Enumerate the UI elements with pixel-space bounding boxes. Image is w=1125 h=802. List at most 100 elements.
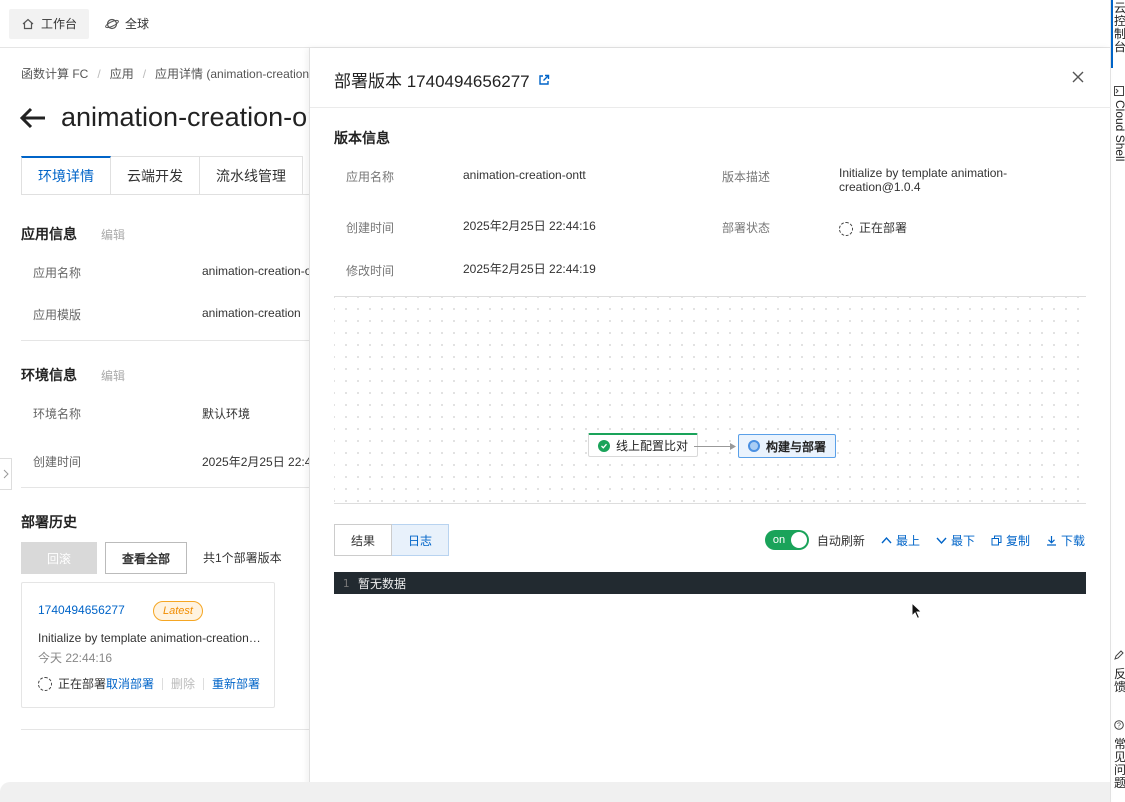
- deploy-status: 正在部署: [58, 677, 107, 691]
- created-time-label: 创建时间: [346, 221, 395, 235]
- log-viewer[interactable]: 1 暂无数据: [334, 572, 1086, 594]
- divider: [334, 503, 1086, 504]
- divider: [21, 487, 309, 488]
- tab-env-detail[interactable]: 环境详情: [21, 156, 111, 195]
- log-empty-text: 暂无数据: [358, 576, 407, 591]
- version-time: 今天 22:44:16: [38, 651, 113, 665]
- loading-spinner-icon: [38, 676, 52, 691]
- scroll-top-button[interactable]: 最上: [881, 532, 920, 549]
- latest-badge: Latest: [153, 601, 203, 621]
- download-icon: [1046, 535, 1056, 546]
- deploy-status-value: 正在部署: [839, 219, 907, 236]
- rail-console-link[interactable]: 云控制台: [1114, 2, 1125, 54]
- tab-pipeline[interactable]: 流水线管理: [200, 156, 303, 195]
- delete-link: 删除: [171, 677, 196, 691]
- view-all-button[interactable]: 查看全部: [105, 542, 187, 574]
- version-desc-value: Initialize by template animation-creatio…: [839, 166, 1008, 194]
- deploy-version-card: 1740494656277 Latest Initialize by templ…: [21, 582, 275, 708]
- modified-time-label: 修改时间: [346, 264, 395, 278]
- right-rail: 云控制台 Cloud Shell 反馈 ? 常见问题: [1110, 0, 1125, 802]
- breadcrumb-app-detail: 应用详情 (animation-creation-ontt): [155, 67, 309, 81]
- output-tabs: 结果 日志: [334, 524, 450, 556]
- page-title: animation-creation-ontt: [61, 102, 309, 132]
- workbench-button[interactable]: 工作台: [9, 8, 90, 39]
- app-template-value: animation-creation: [202, 306, 301, 320]
- back-arrow-icon[interactable]: [19, 107, 47, 129]
- version-actions: 正在部署 取消部署 删除 重新部署: [38, 675, 260, 692]
- home-icon: [22, 18, 34, 29]
- auto-refresh-toggle[interactable]: on: [764, 530, 809, 550]
- close-icon[interactable]: [1071, 70, 1085, 84]
- top-bar: 工作台 全球: [0, 0, 1110, 48]
- rail-feedback-link[interactable]: 反馈: [1114, 668, 1125, 694]
- cancel-deploy-link[interactable]: 取消部署: [106, 675, 154, 692]
- region-label: 全球: [125, 17, 150, 31]
- page-tabs: 环境详情 云端开发 流水线管理: [21, 156, 303, 195]
- chevron-up-icon: [881, 536, 892, 543]
- version-id-link[interactable]: 1740494656277: [38, 603, 125, 617]
- arrow-head-icon: [730, 443, 736, 450]
- app-info-title: 应用信息 编辑: [21, 226, 126, 242]
- pipeline-step-build-deploy[interactable]: 构建与部署: [738, 434, 837, 458]
- chevron-down-icon: [936, 537, 947, 544]
- loading-spinner-icon: [839, 221, 853, 236]
- workbench-label: 工作台: [41, 17, 78, 31]
- svg-text:?: ?: [1117, 723, 1121, 730]
- log-line-number: 1: [342, 576, 350, 590]
- env-info-edit-link[interactable]: 编辑: [101, 369, 125, 383]
- copy-button[interactable]: 复制: [991, 532, 1030, 549]
- region-button[interactable]: 全球: [93, 9, 161, 39]
- version-count: 共1个部署版本: [203, 551, 282, 565]
- version-description: Initialize by template animation-creatio…: [38, 631, 266, 645]
- download-button[interactable]: 下载: [1046, 532, 1085, 549]
- log-toolbar: on 自动刷新 最上 最下 复制 下载: [764, 530, 1085, 550]
- edit-icon: [1114, 650, 1124, 660]
- tabs-divider: [21, 194, 309, 195]
- rollback-button[interactable]: 回滚: [21, 542, 97, 574]
- chevron-right-icon: [3, 469, 9, 479]
- tab-result[interactable]: 结果: [334, 524, 393, 556]
- check-circle-icon: [598, 439, 610, 452]
- version-info-title: 版本信息: [334, 130, 390, 146]
- external-link-icon[interactable]: [538, 74, 550, 86]
- env-name-value: 默认环境: [202, 407, 251, 421]
- deploy-history-title: 部署历史: [21, 514, 77, 530]
- breadcrumb-fc[interactable]: 函数计算 FC: [21, 67, 88, 81]
- copy-icon: [991, 535, 1002, 545]
- modified-time-value: 2025年2月25日 22:44:19: [463, 262, 596, 276]
- app-name-value: animation-creation-ontt: [463, 168, 586, 182]
- terminal-icon: [1114, 86, 1124, 96]
- breadcrumb-apps[interactable]: 应用: [110, 67, 134, 81]
- env-name-label: 环境名称: [33, 407, 82, 421]
- rail-active-marker: [1111, 0, 1113, 68]
- app-name-value: animation-creation-ontt: [202, 264, 309, 278]
- env-info-title: 环境信息 编辑: [21, 367, 126, 383]
- created-time-value: 2025年2月25日 22:44:16: [463, 219, 596, 233]
- app-info-edit-link[interactable]: 编辑: [101, 228, 125, 242]
- env-created-value: 2025年2月25日 22:44:16: [202, 455, 309, 469]
- divider: [21, 340, 309, 341]
- rail-faq-link[interactable]: 常见问题: [1114, 738, 1125, 790]
- running-status-icon: [748, 440, 760, 452]
- tab-log[interactable]: 日志: [392, 524, 450, 556]
- mouse-cursor-icon: [911, 602, 923, 620]
- divider: [21, 729, 309, 730]
- app-name-label: 应用名称: [346, 170, 395, 184]
- version-desc-label: 版本描述: [722, 170, 771, 184]
- help-icon: ?: [1114, 720, 1124, 730]
- bottom-bar: [0, 782, 1110, 802]
- pipeline-edge: [694, 446, 734, 447]
- pipeline-canvas[interactable]: 线上配置比对 构建与部署: [334, 297, 1086, 503]
- auto-refresh-label: 自动刷新: [816, 533, 865, 548]
- scroll-bottom-button[interactable]: 最下: [936, 532, 975, 549]
- redeploy-link[interactable]: 重新部署: [212, 675, 260, 692]
- deploy-version-drawer: 部署版本 1740494656277 版本信息 应用名称 animation-c…: [309, 48, 1111, 802]
- sidebar-toggle[interactable]: [0, 458, 12, 490]
- rail-cloud-shell-link[interactable]: Cloud Shell: [1113, 100, 1125, 161]
- tab-cloud-dev[interactable]: 云端开发: [111, 156, 200, 195]
- breadcrumb: 函数计算 FC/应用/应用详情 (animation-creation-ontt…: [21, 65, 309, 82]
- app-name-label: 应用名称: [33, 266, 82, 280]
- pipeline-step-config-compare[interactable]: 线上配置比对: [588, 433, 699, 457]
- app-detail-page: 函数计算 FC/应用/应用详情 (animation-creation-ontt…: [0, 49, 309, 802]
- globe-icon: [105, 18, 119, 29]
